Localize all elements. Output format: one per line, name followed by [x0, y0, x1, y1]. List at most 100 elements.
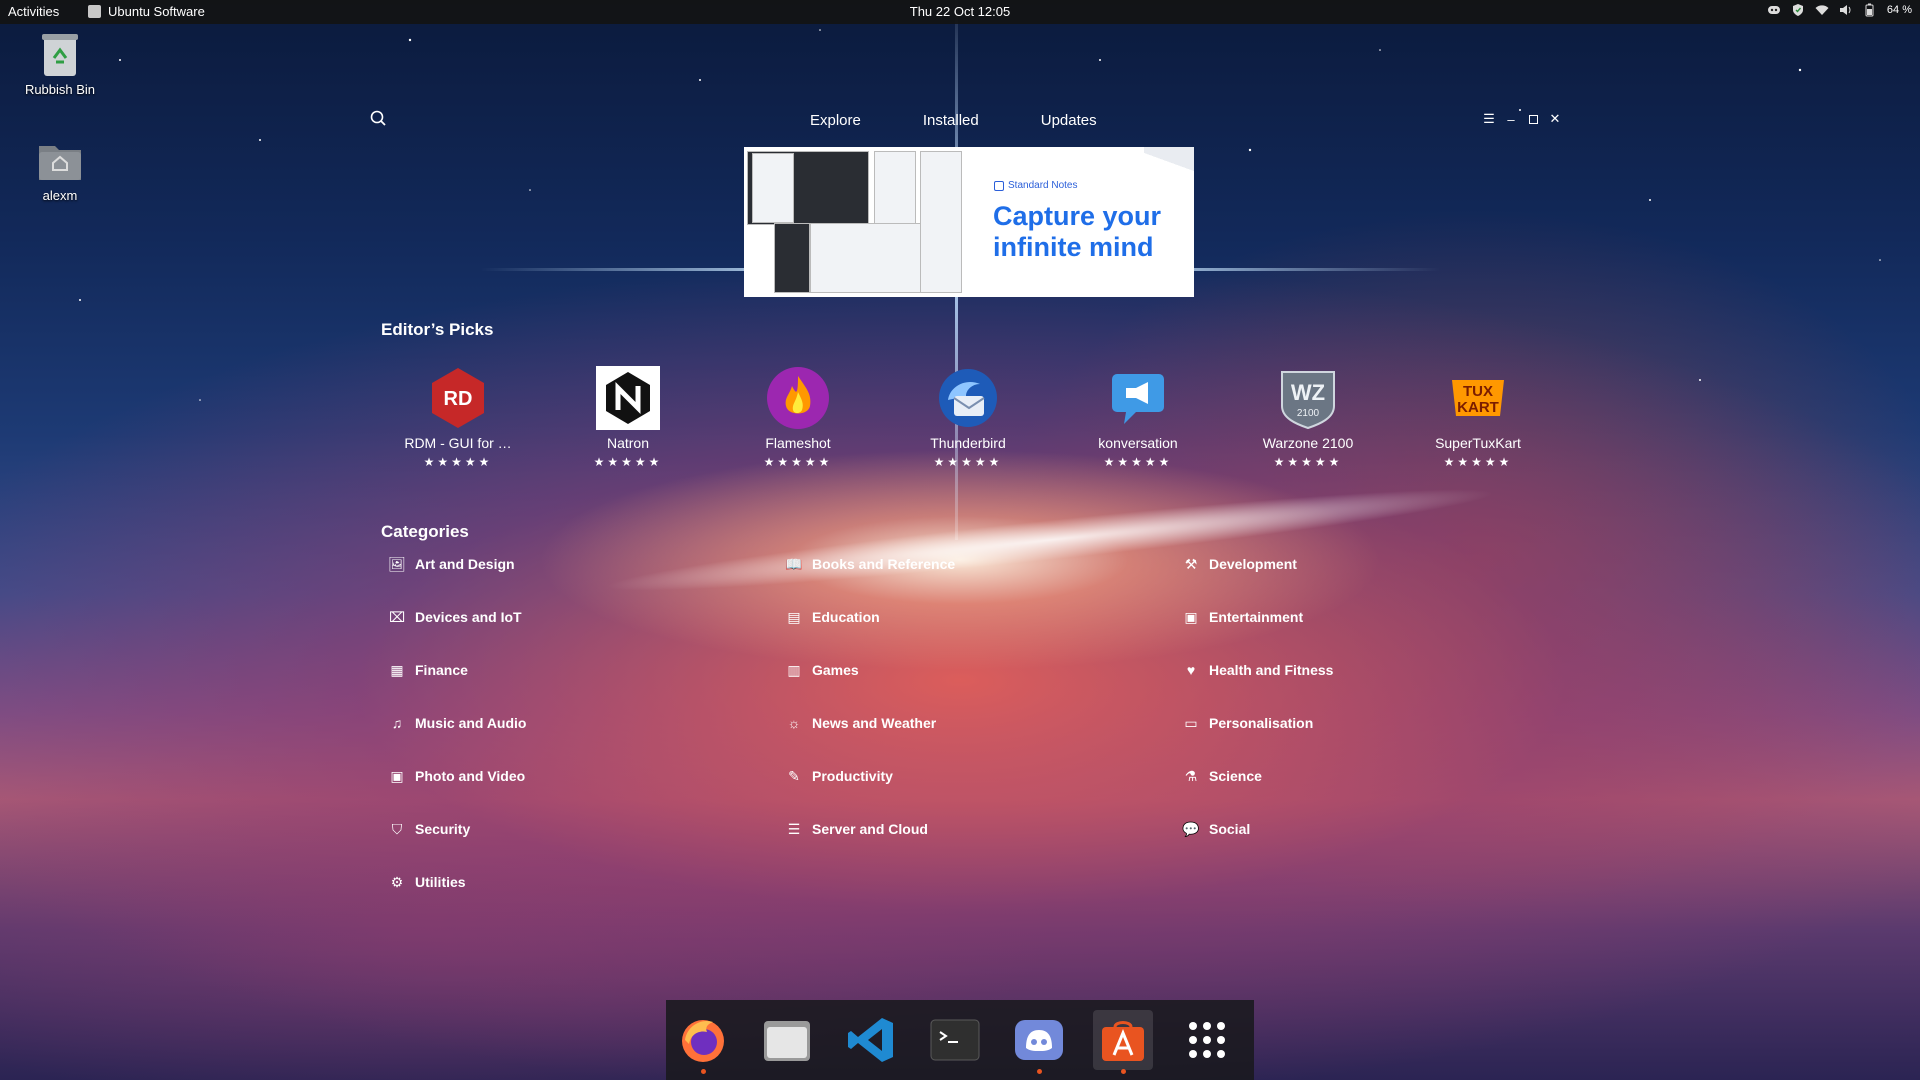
pick-rdm[interactable]: RD RDM - GUI for … ★★★★★ [378, 366, 538, 469]
dock [666, 1000, 1254, 1080]
tab-updates[interactable]: Updates [1041, 112, 1097, 129]
banner-corner-fold [1144, 147, 1194, 177]
device-icon: ⌧ [388, 608, 406, 625]
category-label: Music and Audio [415, 715, 527, 731]
category-news-and-weather[interactable]: ☼ News and Weather [786, 715, 937, 731]
category-label: Social [1209, 821, 1251, 837]
category-security[interactable]: ⛉ Security [389, 821, 471, 838]
category-label: Games [812, 662, 859, 678]
category-label: Development [1209, 556, 1297, 572]
app-name: Warzone 2100 [1262, 435, 1354, 451]
pencil-icon: ✎ [788, 767, 800, 784]
category-art-and-design[interactable]: 🖼 Art and Design [388, 555, 514, 573]
category-label: Finance [415, 662, 468, 678]
banner-brand-label: Standard Notes [1008, 180, 1078, 191]
pick-warzone-2100[interactable]: WZ 2100 Warzone 2100 ★★★★★ [1228, 366, 1388, 469]
category-productivity[interactable]: ✎ Productivity [786, 767, 893, 785]
star-rating: ★★★★★ [593, 455, 663, 469]
banner-headline: Capture your infinite mind [993, 201, 1162, 262]
pick-flameshot[interactable]: Flameshot ★★★★★ [718, 366, 878, 469]
minimize-icon[interactable]: – [1502, 110, 1520, 128]
dock-firefox[interactable] [673, 1010, 733, 1074]
dock-ubuntu-software[interactable] [1093, 1010, 1153, 1074]
category-development[interactable]: ⚒ Development [1183, 555, 1297, 573]
app-name: Thunderbird [930, 435, 1006, 451]
close-icon[interactable]: ✕ [1546, 110, 1564, 128]
book-icon: 📖 [785, 555, 803, 572]
app-name: RDM - GUI for … [404, 435, 512, 451]
search-button[interactable] [368, 108, 390, 130]
volume-icon[interactable] [1839, 3, 1853, 17]
heart-icon: ♥ [1186, 662, 1196, 678]
category-label: Photo and Video [415, 768, 526, 784]
system-tray[interactable]: 64 % [1767, 3, 1912, 17]
category-science[interactable]: ⚗ Science [1183, 768, 1262, 785]
sun-icon: ☼ [787, 715, 801, 731]
dock-files[interactable] [757, 1010, 817, 1070]
banner-screenshot [752, 153, 794, 223]
dock-show-applications[interactable] [1177, 1010, 1237, 1070]
category-label: Security [415, 821, 471, 837]
category-devices-and-iot[interactable]: ⌧ Devices and IoT [388, 608, 522, 626]
finance-icon: ▦ [390, 661, 404, 678]
category-label: Devices and IoT [415, 609, 522, 625]
star-rating: ★★★★★ [423, 455, 493, 469]
files-icon [764, 1021, 810, 1061]
svg-text:WZ: WZ [1291, 380, 1325, 405]
category-books-and-reference[interactable]: 📖 Books and Reference [785, 555, 955, 573]
flameshot-icon [767, 367, 829, 429]
home-folder-desktop-icon[interactable]: alexm [15, 138, 105, 203]
wifi-icon[interactable] [1815, 3, 1829, 17]
hamburger-menu-icon[interactable]: ☰ [1480, 110, 1498, 128]
discord-tray-icon[interactable] [1767, 3, 1781, 17]
search-icon [370, 110, 386, 126]
pick-konversation[interactable]: konversation ★★★★★ [1058, 366, 1218, 469]
category-server-and-cloud[interactable]: ☰ Server and Cloud [786, 821, 928, 838]
chat-icon: 💬 [1182, 820, 1200, 837]
palette-icon: 🖼 [388, 555, 406, 572]
banner-screenshot [920, 151, 962, 293]
category-utilities[interactable]: ⚙ Utilities [389, 873, 466, 891]
tab-explore[interactable]: Explore [810, 112, 861, 129]
category-health-and-fitness[interactable]: ♥ Health and Fitness [1183, 662, 1334, 678]
dock-vscode[interactable] [841, 1010, 901, 1070]
utilities-icon: ⚙ [390, 873, 404, 890]
featured-banner[interactable]: Standard Notes Capture your infinite min… [744, 147, 1194, 297]
category-personalisation[interactable]: ▭ Personalisation [1183, 715, 1313, 732]
shield-tray-icon[interactable] [1791, 3, 1805, 17]
star-rating: ★★★★★ [1443, 455, 1513, 469]
discord-icon [1015, 1020, 1063, 1060]
category-label: Utilities [415, 874, 466, 890]
maximize-icon[interactable] [1524, 110, 1542, 128]
category-label: Health and Fitness [1209, 662, 1334, 678]
app-name: SuperTuxKart [1435, 435, 1521, 451]
clock[interactable]: Thu 22 Oct 12:05 [0, 4, 1920, 19]
category-social[interactable]: 💬 Social [1182, 820, 1251, 838]
category-education[interactable]: ▤ Education [786, 609, 879, 626]
category-photo-and-video[interactable]: ▣ Photo and Video [389, 767, 526, 785]
wrench-icon: ⚒ [1184, 555, 1198, 572]
categories-title: Categories [381, 522, 469, 541]
trash-icon [37, 32, 83, 78]
photo-icon: ▣ [390, 767, 404, 784]
app-name: Natron [606, 435, 650, 451]
category-games[interactable]: ▥ Games [786, 662, 859, 679]
home-folder-label: alexm [42, 188, 78, 203]
pick-natron[interactable]: Natron ★★★★★ [548, 366, 708, 469]
category-finance[interactable]: ▦ Finance [389, 661, 468, 679]
battery-icon[interactable] [1863, 3, 1877, 17]
standard-notes-logo-icon [994, 180, 1004, 191]
category-entertainment[interactable]: ▣ Entertainment [1183, 609, 1304, 626]
dock-discord[interactable] [1009, 1010, 1069, 1074]
dock-terminal[interactable] [925, 1010, 985, 1070]
pick-thunderbird[interactable]: Thunderbird ★★★★★ [888, 366, 1048, 469]
category-music-and-audio[interactable]: ♫ Music and Audio [389, 715, 527, 731]
tab-installed[interactable]: Installed [923, 112, 979, 129]
star-rating: ★★★★★ [1273, 455, 1343, 469]
star-rating: ★★★★★ [763, 455, 833, 469]
banner-screenshot [774, 223, 810, 293]
category-label: Entertainment [1209, 609, 1304, 625]
rubbish-bin-desktop-icon[interactable]: Rubbish Bin [15, 32, 105, 97]
pick-supertuxkart[interactable]: TUX KART SuperTuxKart ★★★★★ [1398, 366, 1558, 469]
editors-picks-title: Editor’s Picks [381, 320, 494, 339]
